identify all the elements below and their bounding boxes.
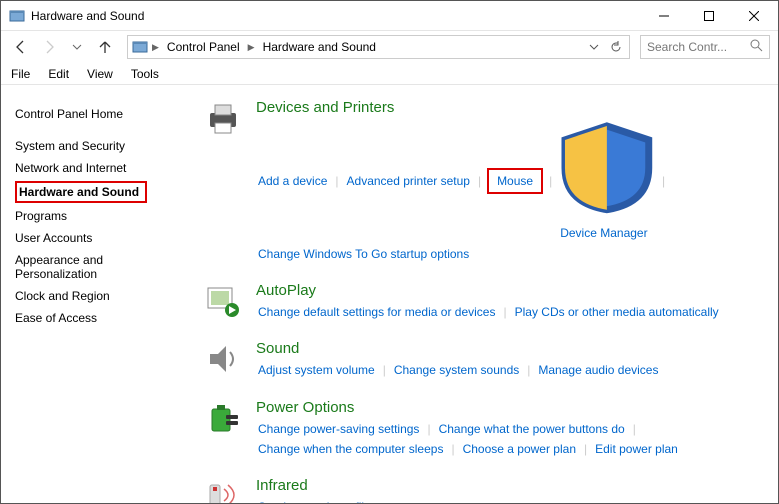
link-play-cds[interactable]: Play CDs or other media automatically (513, 302, 721, 322)
window-title: Hardware and Sound (31, 9, 641, 23)
menu-view[interactable]: View (85, 65, 115, 83)
menu-edit[interactable]: Edit (46, 65, 71, 83)
menubar: File Edit View Tools (1, 63, 778, 85)
breadcrumb-box[interactable]: ▶ Control Panel ▶ Hardware and Sound (127, 35, 630, 59)
category-title[interactable]: AutoPlay (256, 282, 768, 299)
body: Control Panel Home System and Security N… (1, 85, 778, 503)
category-sound: Sound Adjust system volume| Change syste… (204, 340, 768, 380)
sidebar-item-system[interactable]: System and Security (15, 135, 186, 157)
recent-dropdown[interactable] (65, 35, 89, 59)
printer-icon (204, 99, 242, 137)
category-autoplay: AutoPlay Change default settings for med… (204, 282, 768, 322)
sidebar-home[interactable]: Control Panel Home (15, 103, 186, 125)
link-system-sounds[interactable]: Change system sounds (392, 360, 521, 380)
chevron-right-icon[interactable]: ▶ (152, 42, 159, 53)
content: Devices and Printers Add a device| Advan… (196, 85, 778, 503)
link-mouse[interactable]: Mouse (495, 174, 535, 188)
address-dropdown[interactable] (585, 38, 603, 56)
menu-file[interactable]: File (9, 65, 32, 83)
link-autoplay-defaults[interactable]: Change default settings for media or dev… (256, 302, 497, 322)
highlight-active: Hardware and Sound (15, 181, 147, 203)
link-device-manager[interactable]: Device Manager (558, 119, 656, 244)
breadcrumb-root[interactable]: Control Panel (163, 38, 244, 56)
category-title[interactable]: Power Options (256, 399, 768, 416)
search-placeholder: Search Contr... (647, 40, 744, 54)
link-windows-to-go[interactable]: Change Windows To Go startup options (256, 244, 471, 264)
category-title[interactable]: Infrared (256, 477, 768, 494)
link-send-receive[interactable]: Send or receive a file (256, 497, 373, 503)
control-panel-icon (9, 8, 25, 24)
breadcrumb-current[interactable]: Hardware and Sound (259, 38, 380, 56)
link-power-saving[interactable]: Change power-saving settings (256, 419, 421, 439)
titlebar: Hardware and Sound (1, 1, 778, 31)
sidebar-item-clock[interactable]: Clock and Region (15, 285, 186, 307)
minimize-button[interactable] (641, 2, 686, 30)
search-input[interactable]: Search Contr... (640, 35, 770, 59)
sidebar-item-appearance[interactable]: Appearance and Personalization (15, 249, 145, 285)
chevron-right-icon[interactable]: ▶ (248, 42, 255, 53)
sidebar-item-ease[interactable]: Ease of Access (15, 307, 186, 329)
menu-tools[interactable]: Tools (129, 65, 161, 83)
window-buttons (641, 2, 776, 30)
sidebar-item-hardware[interactable]: Hardware and Sound (19, 185, 139, 199)
link-edit-plan[interactable]: Edit power plan (593, 439, 680, 459)
link-power-buttons[interactable]: Change what the power buttons do (437, 419, 627, 439)
category-title[interactable]: Sound (256, 340, 768, 357)
sidebar-item-programs[interactable]: Programs (15, 205, 186, 227)
speaker-icon (204, 340, 242, 378)
link-choose-plan[interactable]: Choose a power plan (461, 439, 578, 459)
search-icon (750, 39, 763, 55)
back-button[interactable] (9, 35, 33, 59)
control-panel-icon (132, 39, 148, 55)
link-printer-setup[interactable]: Advanced printer setup (345, 171, 472, 191)
highlight-mouse: Mouse (487, 168, 543, 194)
link-volume[interactable]: Adjust system volume (256, 360, 377, 380)
up-button[interactable] (93, 35, 117, 59)
sidebar-item-network[interactable]: Network and Internet (15, 157, 186, 179)
sidebar: Control Panel Home System and Security N… (1, 85, 196, 503)
maximize-button[interactable] (686, 2, 731, 30)
link-sleep[interactable]: Change when the computer sleeps (256, 439, 445, 459)
close-button[interactable] (731, 2, 776, 30)
link-audio-devices[interactable]: Manage audio devices (536, 360, 660, 380)
category-title[interactable]: Devices and Printers (256, 99, 768, 116)
battery-icon (204, 399, 242, 437)
autoplay-icon (204, 282, 242, 320)
sidebar-item-users[interactable]: User Accounts (15, 227, 186, 249)
infrared-icon (204, 477, 242, 503)
forward-button[interactable] (37, 35, 61, 59)
window: Hardware and Sound ▶ Control Panel ▶ Har… (0, 0, 779, 504)
link-add-device[interactable]: Add a device (256, 171, 329, 191)
category-power: Power Options Change power-saving settin… (204, 399, 768, 460)
address-bar: ▶ Control Panel ▶ Hardware and Sound Sea… (1, 31, 778, 63)
shield-icon (558, 206, 656, 220)
category-devices: Devices and Printers Add a device| Advan… (204, 99, 768, 264)
category-infrared: Infrared Send or receive a file (204, 477, 768, 503)
refresh-button[interactable] (607, 38, 625, 56)
